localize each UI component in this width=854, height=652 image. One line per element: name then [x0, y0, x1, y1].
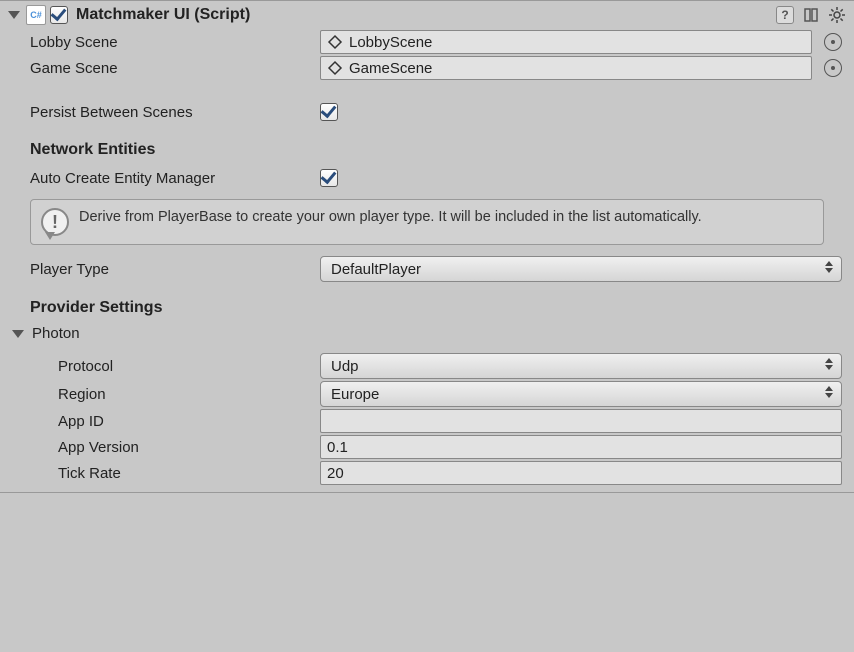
- protocol-row: Protocol Udp: [0, 352, 854, 380]
- appversion-value: 0.1: [327, 439, 348, 456]
- player-type-label: Player Type: [30, 261, 320, 278]
- info-text: Derive from PlayerBase to create your ow…: [79, 208, 702, 228]
- header-icons: ?: [776, 6, 848, 24]
- game-scene-value: GameScene: [349, 60, 432, 77]
- protocol-label: Protocol: [58, 358, 320, 375]
- appversion-input[interactable]: 0.1: [320, 435, 842, 459]
- region-label: Region: [58, 386, 320, 403]
- appid-input[interactable]: [320, 409, 842, 433]
- foldout-icon[interactable]: [12, 330, 24, 338]
- lobby-scene-value: LobbyScene: [349, 34, 432, 51]
- lobby-scene-row: Lobby Scene LobbyScene: [0, 29, 854, 55]
- game-scene-row: Game Scene GameScene: [0, 55, 854, 81]
- region-row: Region Europe: [0, 380, 854, 408]
- component-enable-checkbox[interactable]: [50, 6, 68, 24]
- dropdown-arrows-icon: [825, 358, 833, 370]
- appversion-row: App Version 0.1: [0, 434, 854, 460]
- player-type-row: Player Type DefaultPlayer: [0, 255, 854, 283]
- script-icon: C#: [26, 5, 46, 25]
- protocol-dropdown[interactable]: Udp: [320, 353, 842, 379]
- region-value: Europe: [331, 386, 379, 403]
- foldout-icon[interactable]: [8, 11, 20, 19]
- preset-icon[interactable]: [802, 6, 820, 24]
- gear-icon[interactable]: [828, 6, 846, 24]
- info-box: ! Derive from PlayerBase to create your …: [30, 199, 824, 245]
- region-dropdown[interactable]: Europe: [320, 381, 842, 407]
- component-header[interactable]: C# Matchmaker UI (Script) ?: [0, 1, 854, 29]
- player-type-dropdown[interactable]: DefaultPlayer: [320, 256, 842, 282]
- component-title: Matchmaker UI (Script): [72, 6, 772, 24]
- scene-asset-icon: [327, 60, 343, 76]
- auto-create-label: Auto Create Entity Manager: [30, 170, 320, 187]
- lobby-scene-field[interactable]: LobbyScene: [320, 30, 812, 54]
- persist-label: Persist Between Scenes: [30, 104, 320, 121]
- scene-asset-icon: [327, 34, 343, 50]
- auto-create-checkbox[interactable]: [320, 169, 338, 187]
- photon-label: Photon: [32, 325, 80, 342]
- persist-row: Persist Between Scenes: [0, 99, 854, 125]
- dropdown-arrows-icon: [825, 261, 833, 273]
- appid-row: App ID: [0, 408, 854, 434]
- help-icon[interactable]: ?: [776, 6, 794, 24]
- game-scene-field[interactable]: GameScene: [320, 56, 812, 80]
- appid-label: App ID: [58, 413, 320, 430]
- game-scene-label: Game Scene: [30, 60, 320, 77]
- component-panel: C# Matchmaker UI (Script) ? Lobby Scene …: [0, 0, 854, 493]
- tickrate-input[interactable]: 20: [320, 461, 842, 485]
- protocol-value: Udp: [331, 358, 359, 375]
- auto-create-row: Auto Create Entity Manager: [0, 165, 854, 191]
- persist-checkbox[interactable]: [320, 103, 338, 121]
- tickrate-label: Tick Rate: [58, 465, 320, 482]
- player-type-value: DefaultPlayer: [331, 261, 421, 278]
- object-picker-icon[interactable]: [824, 59, 842, 77]
- object-picker-icon[interactable]: [824, 33, 842, 51]
- tickrate-value: 20: [327, 465, 344, 482]
- info-icon: !: [41, 208, 69, 236]
- appversion-label: App Version: [58, 439, 320, 456]
- tickrate-row: Tick Rate 20: [0, 460, 854, 486]
- provider-settings-header: Provider Settings: [0, 283, 854, 323]
- lobby-scene-label: Lobby Scene: [30, 34, 320, 51]
- network-entities-header: Network Entities: [0, 125, 854, 165]
- photon-foldout-row[interactable]: Photon: [0, 323, 854, 344]
- dropdown-arrows-icon: [825, 386, 833, 398]
